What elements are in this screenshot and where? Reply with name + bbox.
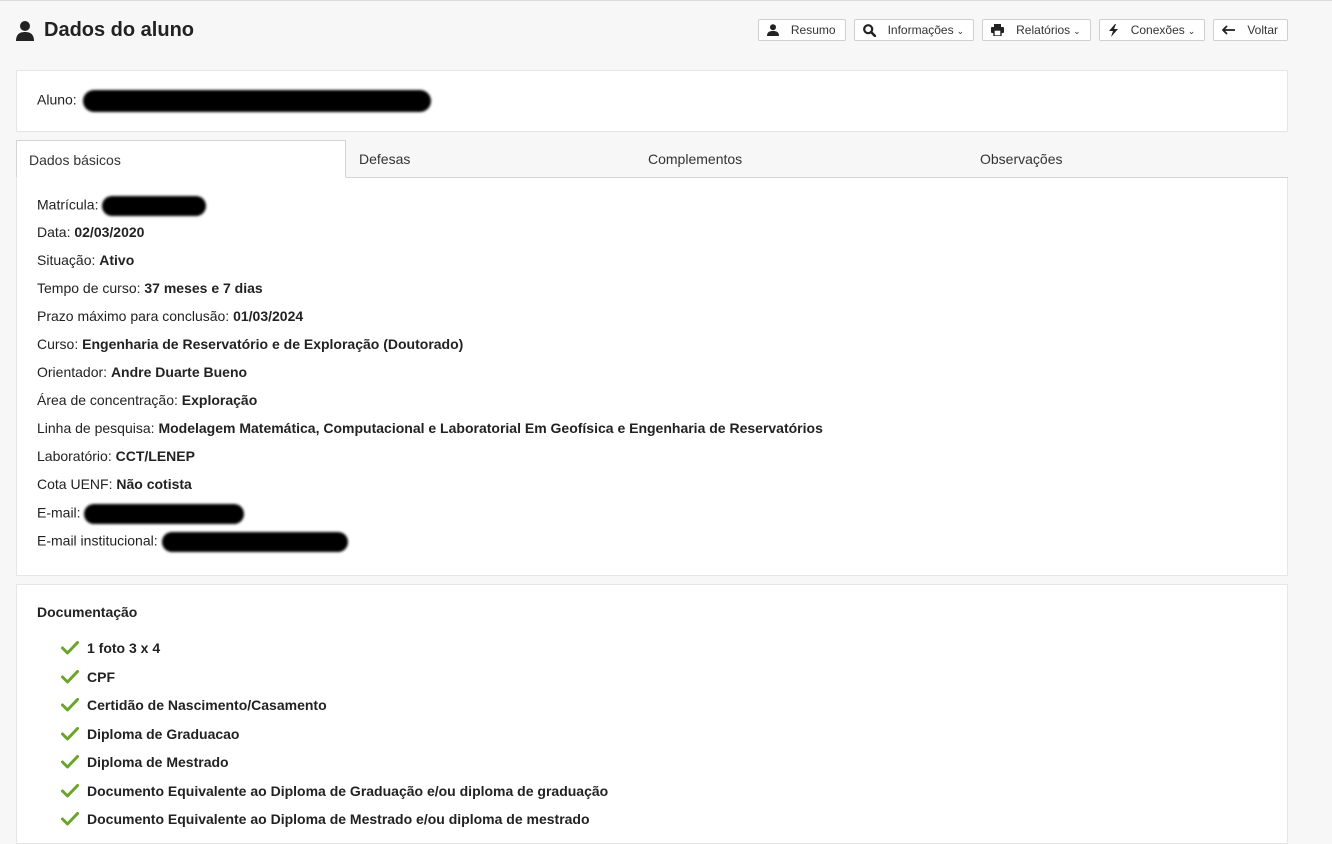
resumo-label: Resumo	[790, 23, 836, 37]
documentation-item: Documento Equivalente ao Diploma de Mest…	[61, 811, 590, 827]
tab-bar: Dados básicos Defesas Complementos Obser…	[16, 140, 1288, 178]
email-inst-label: E-mail institucional:	[37, 532, 158, 549]
documentation-item-label: Diploma de Graduacao	[87, 726, 240, 742]
data-field: Data: 02/03/2020	[37, 224, 144, 240]
linha-value: Modelagem Matemática, Computacional e La…	[158, 420, 823, 436]
tab-complementos[interactable]: Complementos	[636, 140, 754, 178]
situacao-field: Situação: Ativo	[37, 252, 134, 268]
toolbar: Resumo Informações ⌄ Relatórios ⌄ Conexõ…	[757, 19, 1288, 41]
tempo-label: Tempo de curso:	[37, 280, 141, 296]
tempo-field: Tempo de curso: 37 meses e 7 dias	[37, 280, 263, 296]
documentation-item: Certidão de Nascimento/Casamento	[61, 697, 327, 713]
email-label: E-mail:	[37, 504, 81, 521]
email-inst-field: E-mail institucional:	[37, 532, 348, 552]
bolt-icon	[1108, 23, 1118, 37]
documentation-item-label: CPF	[87, 669, 115, 685]
chevron-down-icon: ⌄	[1187, 25, 1196, 36]
user-icon	[16, 20, 34, 41]
documentation-item-label: Certidão de Nascimento/Casamento	[87, 697, 327, 713]
student-row: Aluno:	[37, 90, 431, 112]
area-value: Exploração	[181, 392, 258, 408]
data-value: 02/03/2020	[74, 224, 145, 240]
page-title: Dados do aluno	[44, 19, 194, 41]
redacted-email-inst	[161, 532, 348, 552]
tab-defesas[interactable]: Defesas	[347, 140, 422, 178]
cota-label: Cota UENF:	[37, 476, 113, 492]
relatorios-label: Relatórios	[1016, 23, 1071, 37]
redacted-student-name	[82, 90, 431, 112]
documentation-title: Documentação	[37, 604, 138, 620]
voltar-label: Voltar	[1247, 23, 1278, 37]
redacted-email	[84, 504, 245, 524]
tempo-value: 37 meses e 7 dias	[144, 280, 263, 296]
informacoes-label: Informações	[887, 23, 954, 37]
chevron-down-icon: ⌄	[1073, 25, 1081, 36]
voltar-button[interactable]: Voltar	[1213, 19, 1288, 41]
orientador-field: Orientador: Andre Duarte Bueno	[37, 364, 247, 380]
resumo-button[interactable]: Resumo	[757, 19, 846, 41]
chevron-down-icon: ⌄	[956, 25, 965, 36]
prazo-field: Prazo máximo para conclusão: 01/03/2024	[37, 308, 303, 324]
student-label: Aluno:	[37, 91, 77, 108]
check-icon	[61, 641, 79, 655]
cota-value: Não cotista	[116, 476, 192, 492]
documentation-item: Documento Equivalente ao Diploma de Grad…	[61, 783, 608, 799]
lab-field: Laboratório: CCT/LENEP	[37, 448, 195, 464]
orientador-value: Andre Duarte Bueno	[110, 364, 248, 380]
area-label: Área de concentração:	[37, 392, 178, 408]
documentation-item-label: 1 foto 3 x 4	[87, 640, 161, 656]
matricula-label: Matrícula:	[37, 196, 99, 213]
documentation-item: 1 foto 3 x 4	[61, 640, 160, 656]
conexoes-button[interactable]: Conexões ⌄	[1098, 19, 1206, 41]
linha-field: Linha de pesquisa: Modelagem Matemática,…	[37, 420, 823, 436]
situacao-label: Situação:	[37, 252, 96, 268]
prazo-label: Prazo máximo para conclusão:	[37, 308, 230, 324]
user-icon	[766, 24, 779, 36]
check-icon	[61, 755, 79, 769]
check-icon	[61, 698, 79, 712]
arrow-left-icon	[1222, 25, 1236, 35]
matricula-field: Matrícula:	[37, 196, 207, 216]
curso-field: Curso: Engenharia de Reservatório e de E…	[37, 336, 463, 352]
curso-value: Engenharia de Reservatório e de Exploraç…	[82, 336, 464, 352]
check-icon	[61, 784, 79, 798]
page-header: Dados do aluno	[16, 19, 194, 42]
printer-icon	[991, 24, 1005, 36]
documentation-card: Documentação 1 foto 3 x 4 CPF Certidão de …	[16, 584, 1288, 844]
documentation-item-label: Documento Equivalente ao Diploma de Grad…	[87, 783, 609, 799]
check-icon	[61, 670, 79, 684]
area-field: Área de concentração: Exploração	[37, 392, 257, 408]
data-label: Data:	[37, 224, 71, 240]
relatorios-button[interactable]: Relatórios ⌄	[982, 19, 1091, 41]
documentation-item: Diploma de Graduacao	[61, 726, 239, 742]
tab-dados-basicos[interactable]: Dados básicos	[16, 140, 346, 178]
student-card: Aluno:	[16, 70, 1288, 132]
email-field: E-mail:	[37, 504, 245, 524]
search-icon	[862, 23, 876, 37]
prazo-value: 01/03/2024	[233, 308, 304, 324]
check-icon	[61, 812, 79, 826]
basic-data-panel: Matrícula: Data: 02/03/2020 Situação: At…	[16, 178, 1288, 576]
redacted-matricula	[102, 196, 207, 216]
documentation-item: CPF	[61, 669, 115, 685]
tab-observacoes[interactable]: Observações	[968, 140, 1074, 178]
documentation-item: Diploma de Mestrado	[61, 754, 229, 770]
conexoes-label: Conexões	[1130, 23, 1185, 37]
orientador-label: Orientador:	[37, 364, 108, 380]
check-icon	[61, 727, 79, 741]
lab-label: Laboratório:	[37, 448, 112, 464]
informacoes-button[interactable]: Informações ⌄	[853, 19, 975, 41]
documentation-item-label: Diploma de Mestrado	[87, 754, 229, 770]
curso-label: Curso:	[37, 336, 79, 352]
linha-label: Linha de pesquisa:	[37, 420, 155, 436]
cota-field: Cota UENF: Não cotista	[37, 476, 192, 492]
lab-value: CCT/LENEP	[115, 448, 195, 464]
situacao-value: Ativo	[99, 252, 135, 268]
documentation-item-label: Documento Equivalente ao Diploma de Mest…	[87, 811, 590, 827]
